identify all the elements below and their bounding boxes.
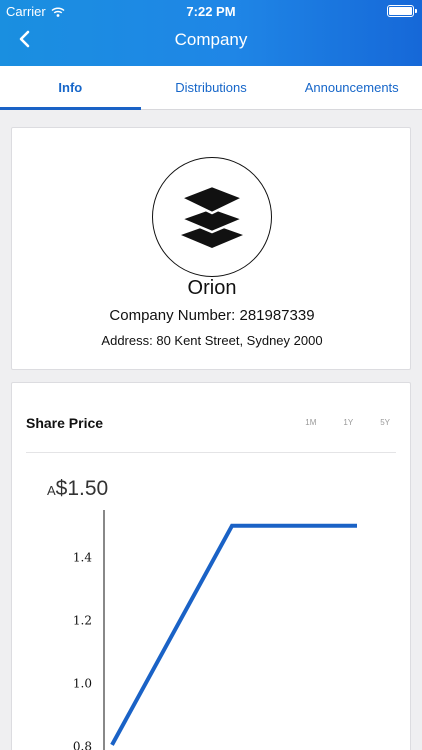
range-5y-button[interactable]: 5Y [380,418,390,427]
share-price-title: Share Price [26,415,104,431]
y-tick-label: 1.4 [73,550,92,564]
tab-bar: Info Distributions Announcements [0,66,422,110]
price-series-line [110,523,357,746]
share-price-card: Share Price 1M 1Y 5Y A$1.50 1.4 1.2 1.0 0.8 [11,382,411,750]
tab-announcements[interactable]: Announcements [281,66,422,109]
company-logo [152,157,272,277]
company-card: Orion Company Number: 281987339 Address:… [11,127,411,370]
page-title: Company [174,30,248,49]
range-1m-button[interactable]: 1M [305,418,316,427]
status-bar: Carrier 7:22 PM [0,0,422,22]
share-price-chart: 1.4 1.2 1.0 0.8 [73,510,357,750]
range-selector: 1M 1Y 5Y [305,418,390,427]
status-time: 7:22 PM [186,4,236,19]
y-tick-label: 1.2 [73,613,92,627]
range-1y-button[interactable]: 1Y [343,418,353,427]
tab-info[interactable]: Info [0,66,141,110]
price-amount: $1.50 [55,477,109,500]
layers-icon [177,184,247,248]
tab-distributions[interactable]: Distributions [141,66,282,109]
current-price: A$1.50 [47,477,108,501]
y-tick-label: 1.0 [73,676,92,690]
app-header: Carrier 7:22 PM Company [0,0,422,66]
company-number: Company Number: 281987339 [109,307,315,324]
divider [26,452,396,453]
y-tick-label: 0.8 [73,739,92,750]
company-address: Address: 80 Kent Street, Sydney 2000 [101,333,323,348]
currency-prefix: A [47,483,56,498]
battery-icon [387,5,417,17]
company-name: Orion [187,277,237,299]
